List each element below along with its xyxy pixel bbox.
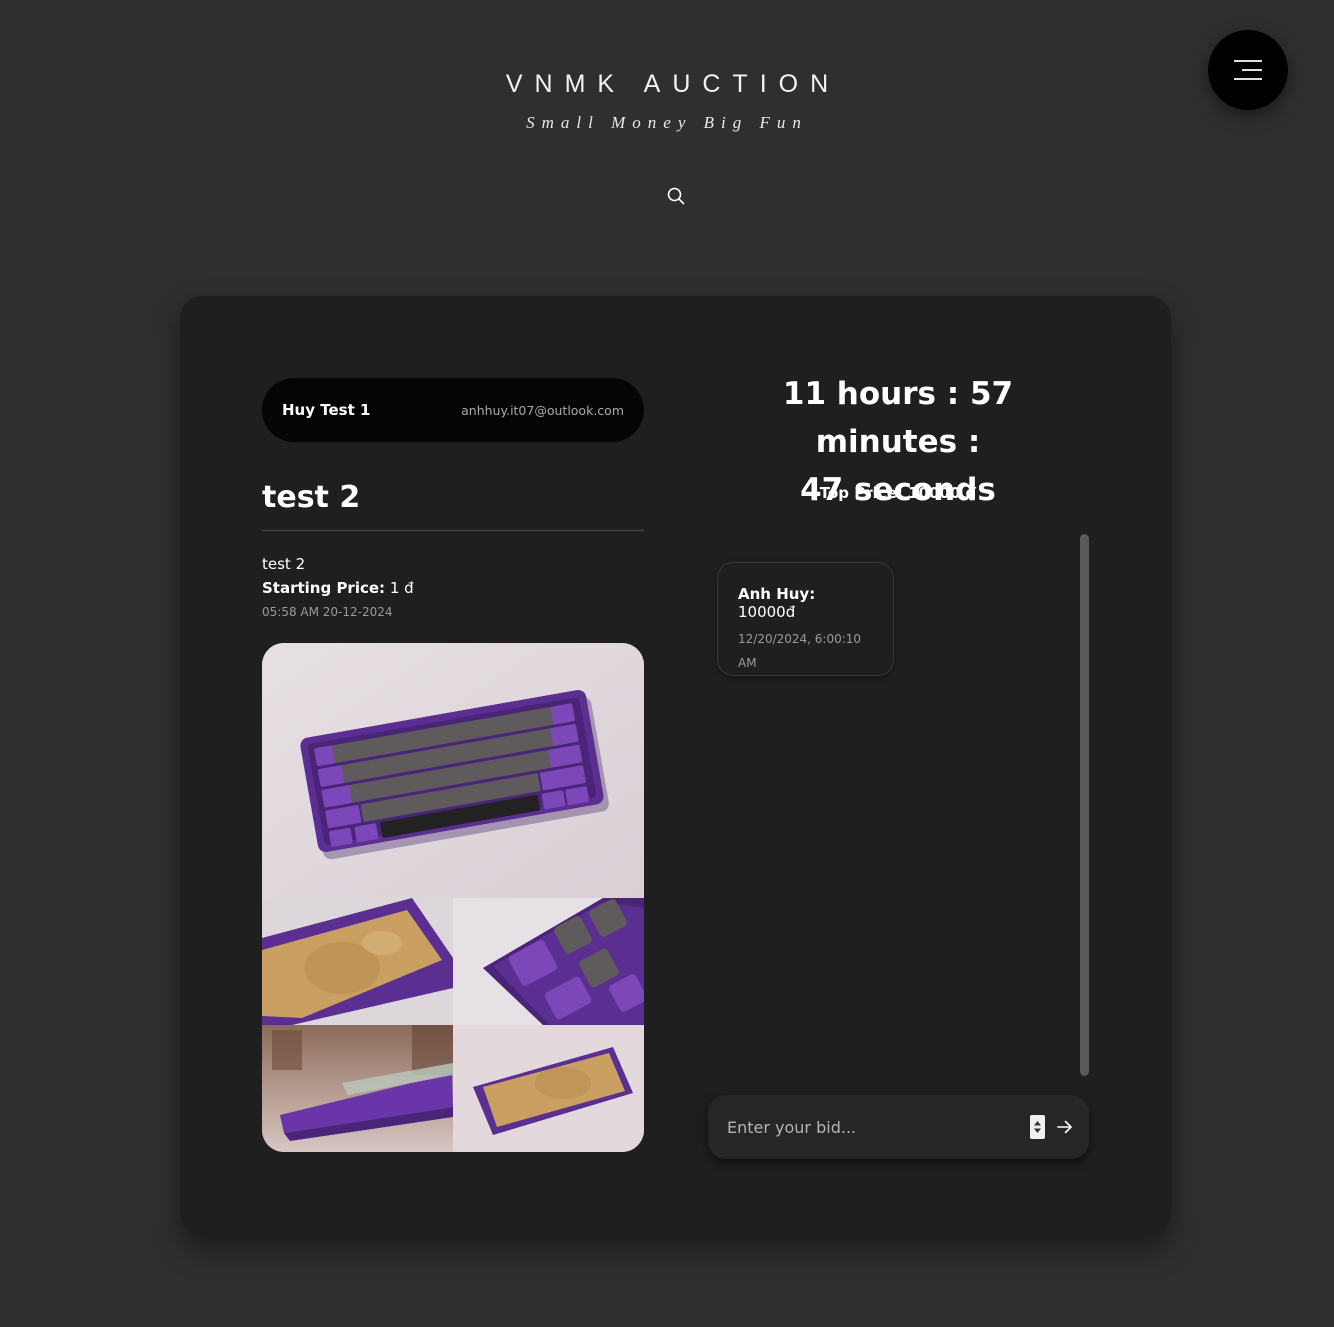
seller-name: Huy Test 1 [282, 401, 371, 419]
divider [262, 530, 644, 531]
starting-price-value: 1 đ [389, 579, 414, 597]
bid-time-line1: 12/20/2024, 6:00:10 [738, 632, 862, 646]
brand-title[interactable]: VNMK AUCTION [0, 70, 1334, 99]
keyboard-esc-closeup-photo[interactable] [453, 898, 644, 1025]
keyboard-side-blur-photo[interactable] [262, 1025, 453, 1152]
keyboard-back-plate-photo[interactable] [453, 1025, 644, 1152]
image-gallery [262, 643, 644, 1152]
arrow-right-icon [1057, 1120, 1072, 1134]
item-title: test 2 [262, 480, 361, 515]
bid-input[interactable] [727, 1117, 1030, 1137]
menu-button[interactable] [1208, 30, 1288, 110]
bid-card: Anh Huy: 10000đ 12/20/2024, 6:00:10 AM [717, 562, 894, 676]
stepper-arrows-icon [1034, 1121, 1041, 1133]
bid-stepper[interactable] [1030, 1115, 1045, 1139]
bidder-name: Anh Huy: [738, 585, 816, 603]
bid-amount: 10000đ [738, 603, 796, 621]
seller-info[interactable]: Huy Test 1 anhhuy.it07@outlook.com [262, 378, 644, 442]
top-price: Top Price: 10000 đ [819, 484, 977, 502]
countdown-line1: 11 hours : 57 minutes : [782, 376, 1014, 460]
brass-plate-photo[interactable] [262, 898, 453, 1025]
starting-price: Starting Price: 1 đ [262, 579, 414, 597]
page: VNMK AUCTION Small Money Big Fun Huy Tes… [0, 0, 1334, 1327]
bid-time-line2: AM [738, 656, 757, 670]
brand-tagline: Small Money Big Fun [526, 113, 808, 132]
starting-price-label: Starting Price: [262, 579, 386, 597]
bid-time: 12/20/2024, 6:00:10 AM [738, 627, 873, 675]
item-created-date: 05:58 AM 20-12-2024 [262, 605, 393, 619]
seller-email: anhhuy.it07@outlook.com [461, 402, 624, 418]
keyboard-top-view-photo[interactable] [262, 643, 644, 898]
hamburger-menu-icon [1234, 60, 1262, 80]
auction-card: Huy Test 1 anhhuy.it07@outlook.com test … [180, 296, 1171, 1234]
search-button[interactable] [664, 184, 688, 208]
search-icon [667, 187, 685, 205]
submit-bid-button[interactable] [1057, 1118, 1075, 1136]
bid-form [708, 1095, 1089, 1159]
item-description: test 2 [262, 555, 306, 573]
brand-header: VNMK AUCTION Small Money Big Fun [0, 70, 1334, 133]
bid-line: Anh Huy: 10000đ [738, 585, 873, 621]
bid-list-scrollbar[interactable] [1080, 534, 1089, 1076]
